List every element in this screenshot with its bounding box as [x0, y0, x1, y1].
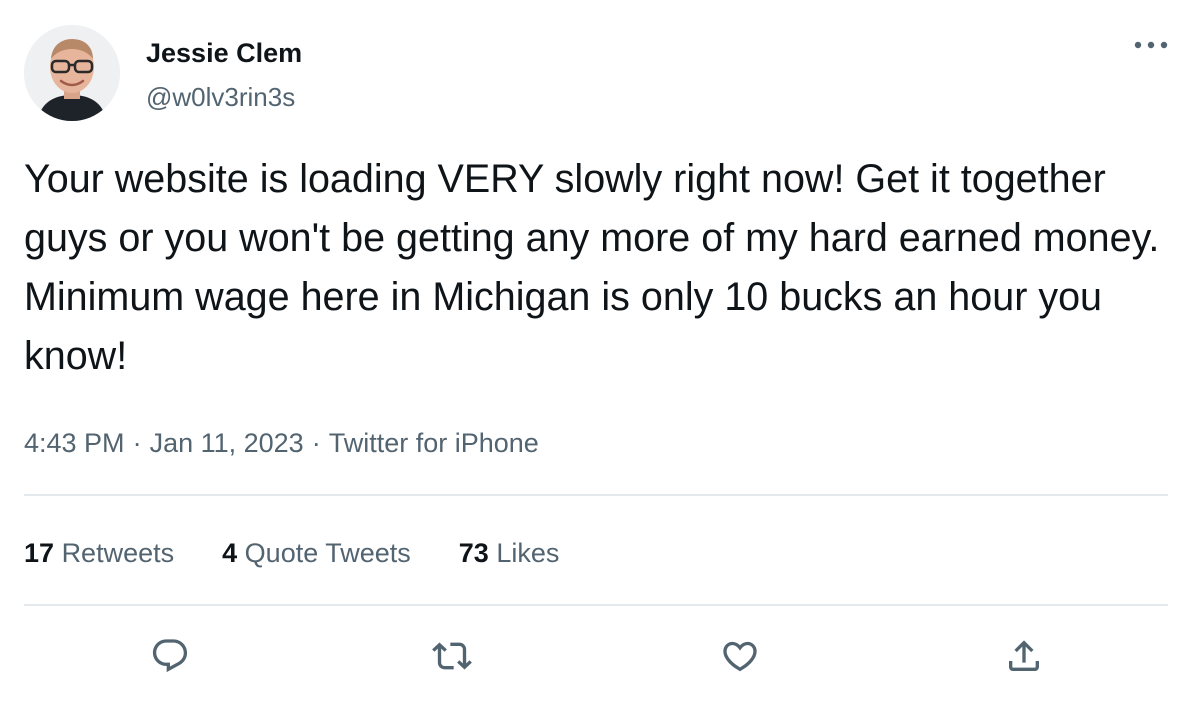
reply-icon — [152, 639, 188, 673]
meta-separator: · — [132, 428, 142, 458]
retweets-stat[interactable]: 17 Retweets — [24, 535, 174, 571]
tweet-header: Jessie Clem @w0lv3rin3s — [24, 25, 1168, 121]
tweet-time[interactable]: 4:43 PM — [24, 428, 125, 458]
more-horizontal-icon — [1134, 41, 1168, 49]
tweet-detail: Jessie Clem @w0lv3rin3s Your website is … — [0, 0, 1192, 728]
tweet-text: Your website is loading VERY slowly righ… — [24, 157, 1160, 378]
share-button[interactable] — [1000, 632, 1048, 680]
tweet-meta: 4:43 PM · Jan 11, 2023 · Twitter for iPhone — [24, 426, 539, 460]
retweet-button[interactable] — [428, 632, 476, 680]
likes-label: Likes — [496, 538, 560, 568]
meta-separator: · — [311, 428, 321, 458]
tweet-date[interactable]: Jan 11, 2023 — [150, 428, 304, 458]
quote-tweets-label: Quote Tweets — [244, 538, 411, 568]
author-handle[interactable]: @w0lv3rin3s — [146, 81, 295, 113]
quote-tweets-count: 4 — [222, 538, 238, 568]
avatar-image — [24, 25, 120, 121]
like-button[interactable] — [716, 632, 764, 680]
retweets-label: Retweets — [61, 538, 175, 568]
retweet-icon — [432, 642, 472, 670]
divider — [24, 494, 1168, 496]
likes-count: 73 — [458, 538, 489, 568]
share-icon — [1009, 640, 1039, 671]
heart-icon — [723, 641, 757, 672]
tweet-actions — [0, 632, 1192, 680]
avatar[interactable] — [24, 25, 120, 121]
retweets-count: 17 — [24, 538, 55, 568]
divider — [24, 604, 1168, 606]
likes-stat[interactable]: 73 Likes — [459, 535, 560, 571]
author-display-name[interactable]: Jessie Clem — [146, 37, 302, 69]
tweet-source[interactable]: Twitter for iPhone — [329, 428, 539, 458]
more-options-button[interactable] — [1124, 29, 1168, 61]
quote-tweets-stat[interactable]: 4 Quote Tweets — [222, 535, 411, 571]
reply-button[interactable] — [146, 632, 194, 680]
tweet-stats: 17 Retweets 4 Quote Tweets 73 Likes — [24, 535, 607, 571]
